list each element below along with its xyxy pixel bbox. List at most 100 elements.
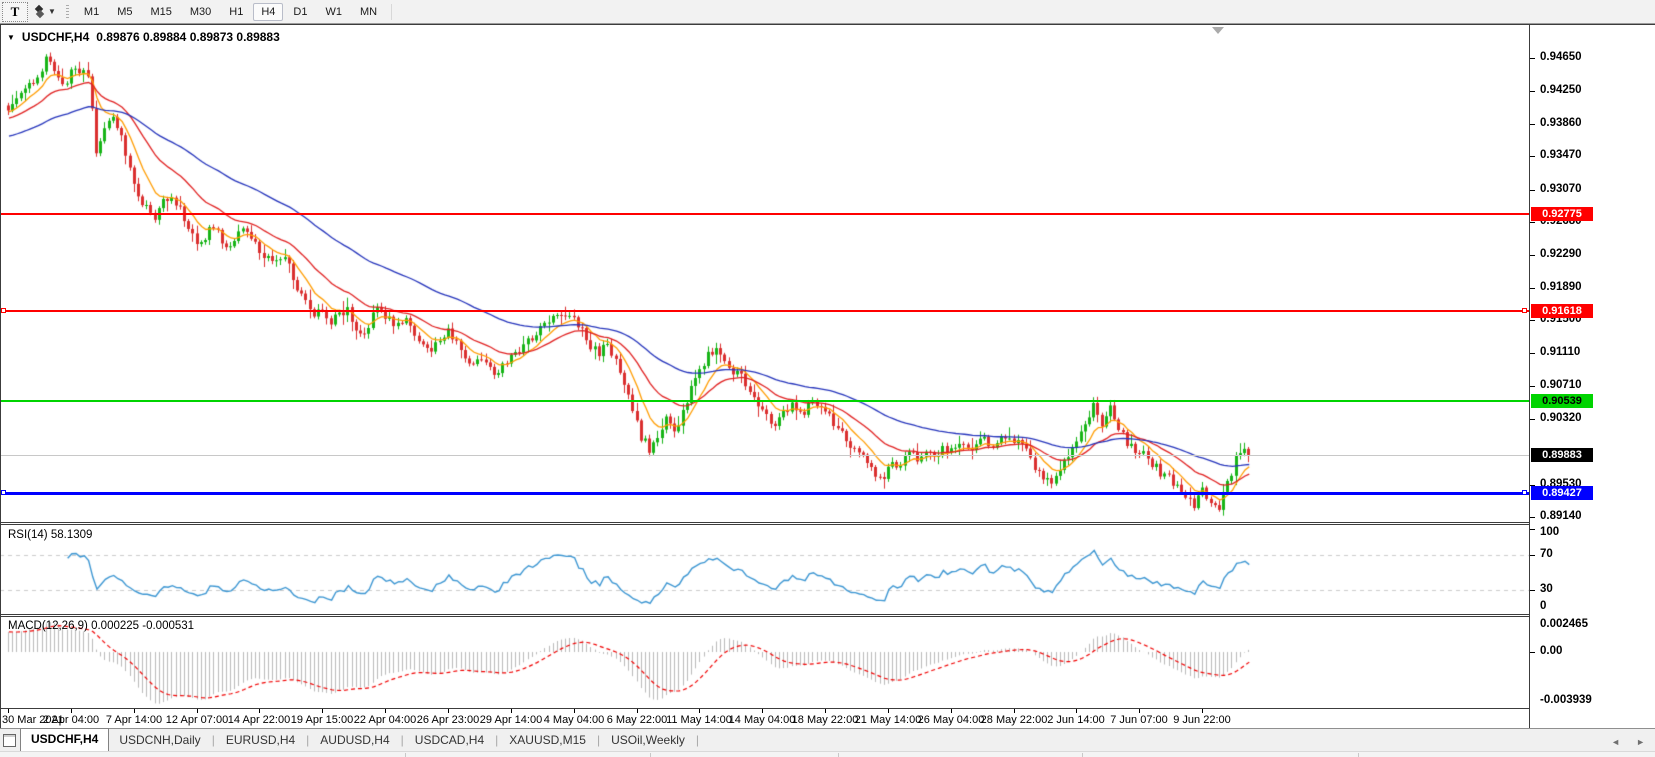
rsi-name: RSI(14) <box>8 529 48 541</box>
chart-tab-usoil-weekly[interactable]: USOil,Weekly <box>601 730 695 751</box>
horizontal-line-0.89427[interactable] <box>0 492 1529 495</box>
date-tick-mark <box>699 709 700 713</box>
dropdown-caret-icon[interactable]: ▼ <box>48 7 56 16</box>
date-axis-label: 26 May 04:00 <box>917 714 985 726</box>
macd-values: 0.000225 -0.000531 <box>91 620 195 632</box>
date-tick-mark <box>448 709 449 713</box>
bottom-strip-separator <box>650 753 651 757</box>
axis-tick-mark <box>1530 255 1535 256</box>
rsi-axis-label: 30 <box>1540 583 1553 595</box>
rsi-value: 58.1309 <box>50 529 93 541</box>
axis-tick-mark <box>1530 288 1535 289</box>
price-axis-label: 0.89140 <box>1540 510 1582 522</box>
date-tick-mark <box>1076 709 1077 713</box>
chart-window-icon[interactable] <box>3 734 16 747</box>
timeframe-button-h4[interactable]: H4 <box>253 2 284 21</box>
tab-separator: | <box>695 733 699 747</box>
horizontal-line-0.90539[interactable] <box>0 400 1529 402</box>
axis-tick-mark <box>1530 386 1535 387</box>
date-axis-label: 21 May 14:00 <box>854 714 922 726</box>
rsi-indicator-panel[interactable] <box>0 525 1529 614</box>
date-tick-mark <box>574 709 575 713</box>
timeframe-button-m15[interactable]: M15 <box>142 3 179 21</box>
date-tick-mark <box>951 709 952 713</box>
date-tick-mark <box>888 709 889 713</box>
macd-label: MACD(12,26,9) 0.000225 -0.000531 <box>8 620 194 632</box>
date-tick-mark <box>197 709 198 713</box>
timeframe-button-mn[interactable]: MN <box>352 3 385 21</box>
chart-shift-marker-icon <box>1212 27 1224 34</box>
date-tick-mark <box>71 709 72 713</box>
price-axis-label: 0.94250 <box>1540 84 1582 96</box>
axis-tick-mark <box>1530 190 1535 191</box>
date-axis-label: 9 Jun 22:00 <box>1173 714 1231 726</box>
macd-indicator-panel[interactable] <box>0 617 1529 708</box>
timeframe-button-m30[interactable]: M30 <box>182 3 219 21</box>
price-axis-label: 0.91890 <box>1540 281 1582 293</box>
price-line-badge-0.90539: 0.90539 <box>1531 394 1593 408</box>
chart-tab-usdcnh-daily[interactable]: USDCNH,Daily <box>109 730 210 751</box>
line-handle[interactable] <box>1 490 6 495</box>
timeframe-button-w1[interactable]: W1 <box>317 3 350 21</box>
horizontal-line-0.89883[interactable] <box>0 455 1529 456</box>
chart-tab-xauusd-m15[interactable]: XAUUSD,M15 <box>499 730 596 751</box>
text-tool-button[interactable]: T <box>2 1 28 22</box>
date-axis-label: 11 May 14:00 <box>666 714 732 726</box>
price-line-badge-0.89427: 0.89427 <box>1531 486 1593 500</box>
axis-tick-mark <box>1530 419 1535 420</box>
line-handle[interactable] <box>1522 308 1527 313</box>
timeframe-button-m1[interactable]: M1 <box>76 3 107 21</box>
date-axis-label: 18 May 22:00 <box>791 714 859 726</box>
date-axis-label: 19 Apr 15:00 <box>290 714 354 726</box>
axis-tick-mark <box>1530 124 1535 125</box>
date-tick-mark <box>385 709 386 713</box>
date-axis-label: 12 Apr 07:00 <box>165 714 229 726</box>
tab-scroll-left-icon[interactable]: ◄ <box>1611 737 1620 747</box>
axis-tick-mark <box>1530 590 1535 591</box>
date-axis-label: 29 Apr 14:00 <box>479 714 543 726</box>
chart-tab-usdchf-h4[interactable]: USDCHF,H4 <box>20 728 110 751</box>
date-tick-mark <box>1139 709 1140 713</box>
date-axis-label: 4 May 04:00 <box>543 714 605 726</box>
rsi-axis-label: 0 <box>1540 600 1547 612</box>
timeframe-button-d1[interactable]: D1 <box>285 3 315 21</box>
arrow-objects-button[interactable]: ▼ <box>32 3 60 21</box>
price-axis[interactable]: 0.94650 0.94250 0.93860 0.93470 0.93070 0.926… <box>1529 25 1655 728</box>
date-tick-mark <box>1202 709 1203 713</box>
horizontal-line-0.91618[interactable] <box>0 310 1529 312</box>
line-handle[interactable] <box>1522 490 1527 495</box>
date-tick-mark <box>762 709 763 713</box>
axis-tick-mark <box>1530 529 1535 530</box>
date-tick-mark <box>825 709 826 713</box>
chart-tab-usdcad-h4[interactable]: USDCAD,H4 <box>405 730 494 751</box>
timeframe-button-m5[interactable]: M5 <box>109 3 140 21</box>
toolbar-separator <box>391 3 393 20</box>
bottom-strip-separator <box>1358 753 1359 757</box>
axis-tick-mark <box>1530 555 1535 556</box>
date-tick-mark <box>134 709 135 713</box>
axis-tick-mark <box>1530 91 1535 92</box>
price-line-badge-0.91618: 0.91618 <box>1531 304 1593 318</box>
timeframe-button-h1[interactable]: H1 <box>221 3 251 21</box>
horizontal-line-0.92775[interactable] <box>0 213 1529 215</box>
macd-axis-label: 0.00 <box>1540 645 1563 657</box>
rsi-label: RSI(14) 58.1309 <box>8 529 92 541</box>
main-price-chart[interactable] <box>0 25 1529 522</box>
price-axis-label: 0.90320 <box>1540 412 1582 424</box>
tab-scroll-right-icon[interactable]: ► <box>1636 737 1645 747</box>
price-axis-label: 0.90710 <box>1540 379 1582 391</box>
axis-tick-mark <box>1530 156 1535 157</box>
date-axis[interactable]: 30 Mar 2021 2 Apr 04:00 7 Apr 14:00 12 Apr … <box>0 708 1529 728</box>
line-handle[interactable] <box>1 308 6 313</box>
symbol-dropdown-icon[interactable]: ▼ <box>7 33 15 42</box>
date-axis-label: 22 Apr 04:00 <box>353 714 417 726</box>
price-axis-label: 0.94650 <box>1540 51 1582 63</box>
timeframe-button-group: M1 M5 M15 M30 H1 H4 D1 W1 MN <box>75 2 386 21</box>
date-tick-mark <box>8 709 9 713</box>
bottom-strip-separator <box>838 753 839 757</box>
chart-tab-eurusd-h4[interactable]: EURUSD,H4 <box>216 730 305 751</box>
macd-axis-label: 0.002465 <box>1540 618 1588 630</box>
date-axis-label: 6 May 22:00 <box>606 714 668 726</box>
date-axis-label: 2 Apr 04:00 <box>42 714 100 726</box>
chart-tab-audusd-h4[interactable]: AUDUSD,H4 <box>310 730 399 751</box>
